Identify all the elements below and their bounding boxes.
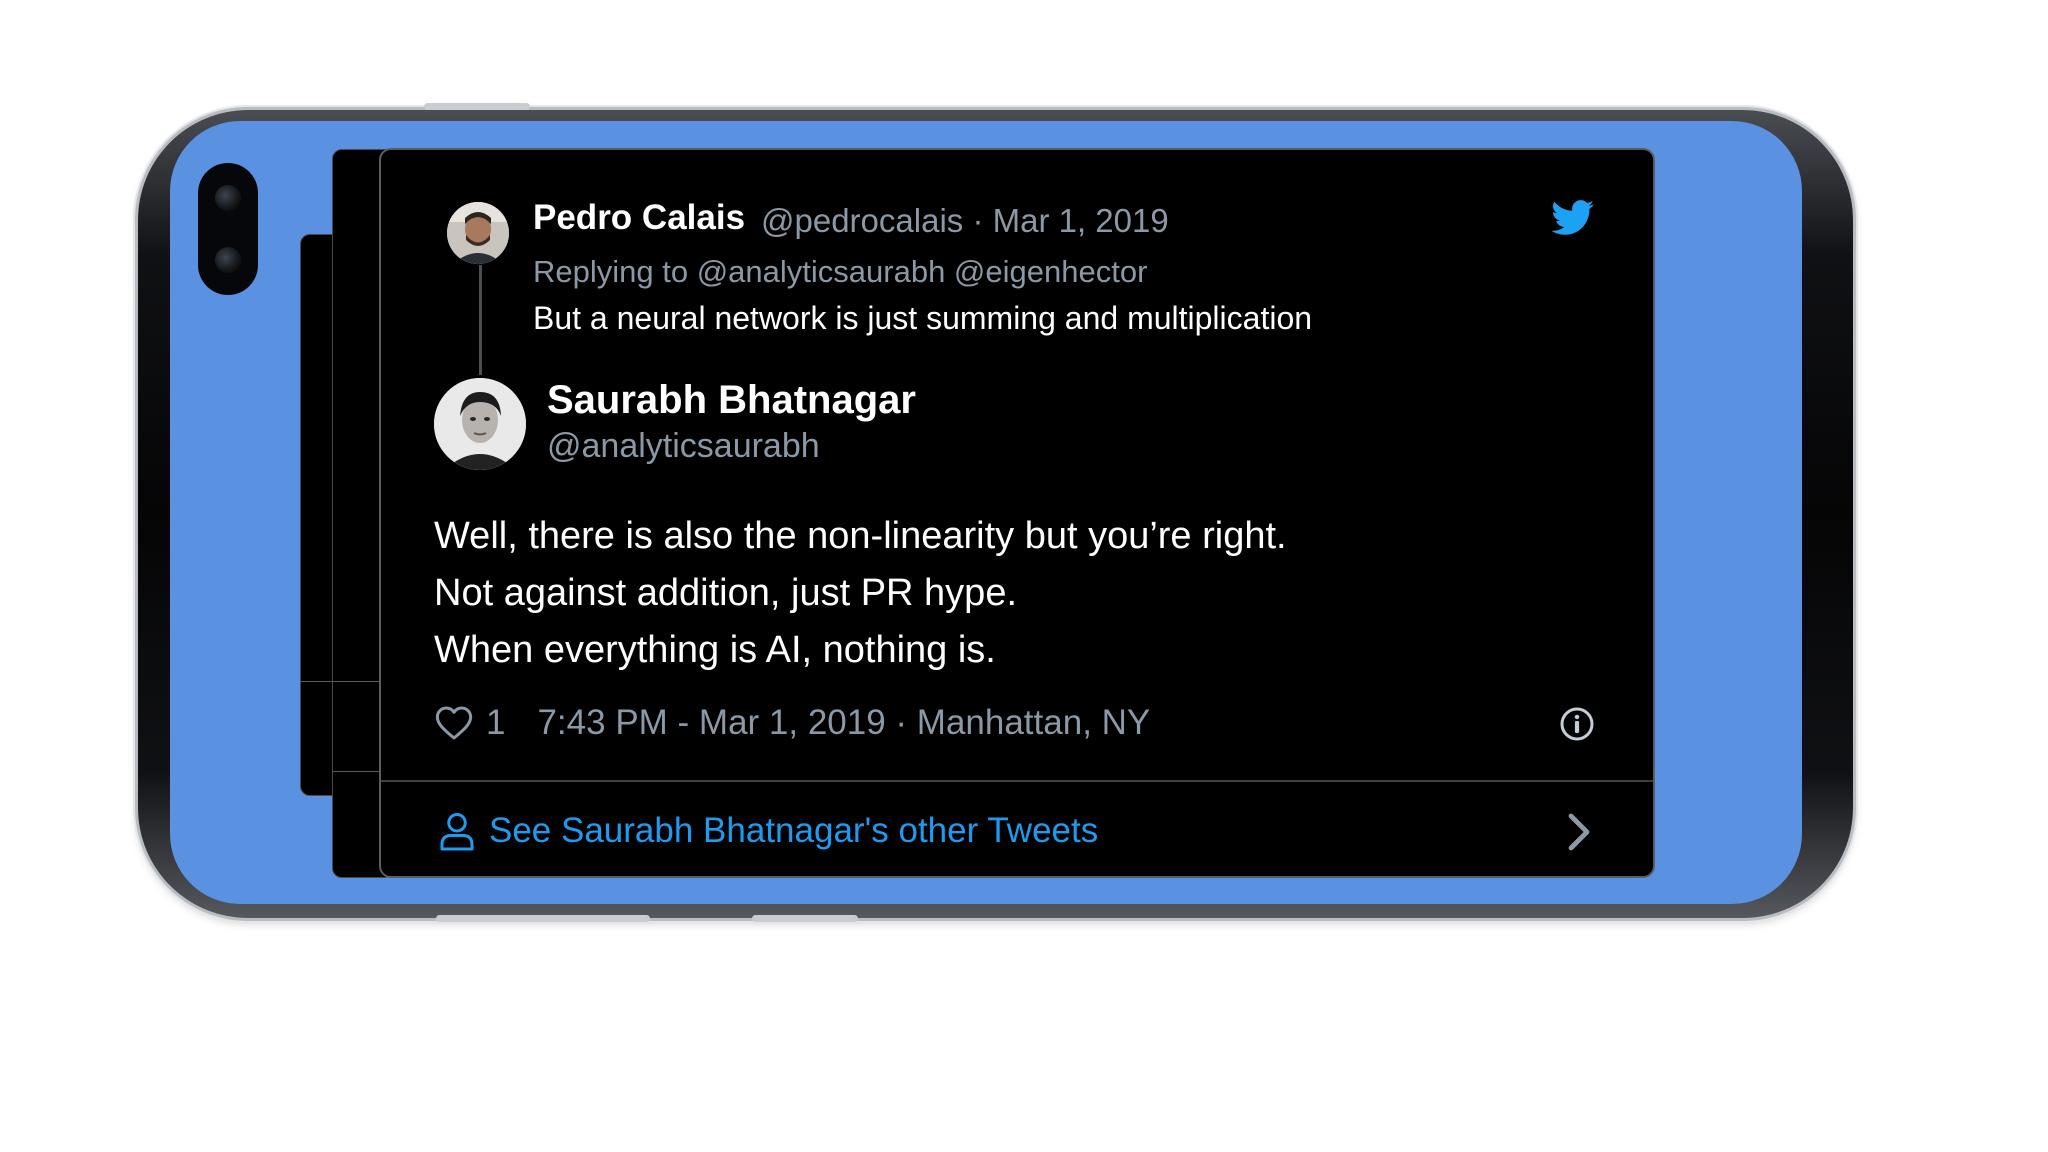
front-camera	[198, 163, 258, 295]
like-count[interactable]: 1	[486, 703, 505, 743]
tweet-embed-card[interactable]: Pedro Calais @pedrocalais · Mar 1, 2019 …	[379, 148, 1655, 878]
replying-to-text[interactable]: Replying to @analyticsaurabh @eigenhecto…	[533, 254, 1147, 290]
heart-icon[interactable]	[434, 703, 474, 743]
chevron-right-icon[interactable]	[1567, 812, 1591, 852]
phone-bottom-button-right	[752, 915, 858, 922]
phone-top-button	[424, 103, 530, 110]
user-icon	[440, 813, 474, 851]
phone-bottom-button-left	[436, 915, 650, 922]
author-name[interactable]: Saurabh Bhatnagar	[547, 378, 916, 423]
info-icon[interactable]	[1559, 706, 1595, 742]
tweet-body: Well, there is also the non-linearity bu…	[434, 508, 1287, 679]
twitter-bird-icon[interactable]	[1551, 200, 1595, 236]
tweet-timestamp[interactable]: 7:43 PM - Mar 1, 2019 · Manhattan, NY	[537, 703, 1150, 743]
tweet-line: When everything is AI, nothing is.	[434, 629, 996, 671]
see-other-tweets-label[interactable]: See Saurabh Bhatnagar's other Tweets	[489, 811, 1098, 851]
tweet-meta-row: 1 7:43 PM - Mar 1, 2019 · Manhattan, NY	[434, 698, 1150, 748]
camera-lens-icon	[215, 185, 241, 211]
parent-author-name[interactable]: Pedro Calais	[533, 198, 745, 238]
parent-handle-date[interactable]: @pedrocalais · Mar 1, 2019	[761, 202, 1169, 240]
tweet-line: Not against addition, just PR hype.	[434, 572, 1018, 614]
author-avatar[interactable]	[434, 378, 526, 470]
thread-connector-line	[479, 265, 482, 375]
author-handle[interactable]: @analyticsaurabh	[547, 427, 820, 466]
see-other-tweets-link[interactable]: See Saurabh Bhatnagar's other Tweets	[439, 806, 1098, 856]
card-divider	[381, 780, 1653, 782]
tweet-line: Well, there is also the non-linearity bu…	[434, 515, 1287, 557]
parent-tweet-text: But a neural network is just summing and…	[533, 300, 1313, 336]
parent-author-avatar[interactable]	[447, 202, 509, 264]
camera-lens-icon	[215, 247, 241, 273]
